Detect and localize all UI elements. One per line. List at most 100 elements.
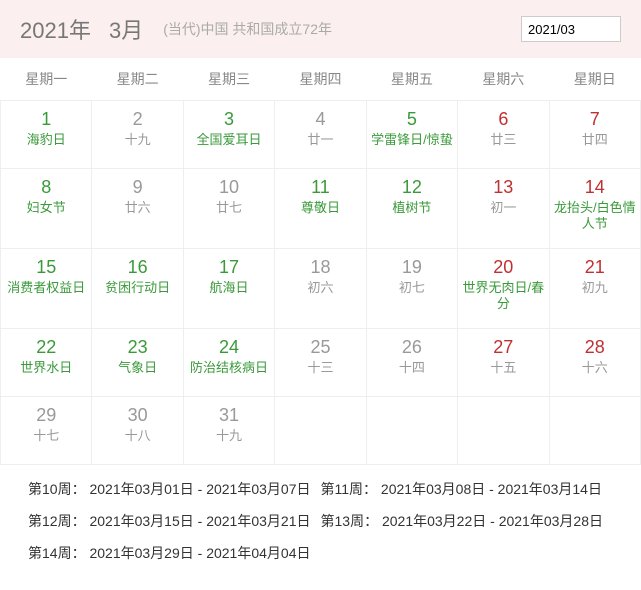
week-label: 第13周： bbox=[321, 513, 379, 529]
day-subtitle: 十九 bbox=[94, 132, 180, 149]
day-cell[interactable]: 26十四 bbox=[366, 328, 457, 396]
week-range: 2021年03月22日 - 2021年03月28日 bbox=[378, 513, 603, 529]
day-subtitle: 十七 bbox=[3, 428, 89, 445]
day-cell[interactable]: 2 十九 bbox=[92, 100, 183, 168]
day-number: 28 bbox=[552, 337, 638, 358]
week-range: 2021年03月01日 - 2021年03月07日 bbox=[86, 481, 311, 497]
week-label: 第12周： bbox=[28, 513, 86, 529]
day-cell[interactable]: 22世界水日 bbox=[1, 328, 92, 396]
day-cell[interactable]: 10廿七 bbox=[183, 168, 274, 248]
day-cell[interactable]: 3 全国爱耳日 bbox=[183, 100, 274, 168]
weekday-header: 星期五 bbox=[366, 58, 457, 100]
day-subtitle: 妇女节 bbox=[3, 200, 89, 217]
day-cell[interactable]: 31十九 bbox=[183, 396, 274, 464]
day-cell[interactable]: 14龙抬头/白色情人节 bbox=[549, 168, 640, 248]
day-cell[interactable]: 17航海日 bbox=[183, 248, 274, 328]
day-subtitle: 气象日 bbox=[94, 360, 180, 377]
year-label: 2021年 bbox=[20, 13, 91, 45]
calendar-grid: 星期一星期二星期三星期四星期五星期六星期日 1 海豹日 2 十九 3 全国爱耳日4廿一5 学… bbox=[0, 58, 641, 465]
week-label: 第11周： bbox=[321, 481, 378, 497]
day-number: 7 bbox=[552, 109, 638, 130]
day-number: 27 bbox=[460, 337, 546, 358]
day-number: 31 bbox=[186, 405, 272, 426]
weekday-row: 星期一星期二星期三星期四星期五星期六星期日 bbox=[1, 58, 641, 100]
week-item: 第14周： 2021年03月29日 - 2021年04月04日 bbox=[28, 543, 321, 563]
day-number: 8 bbox=[3, 177, 89, 198]
day-cell[interactable]: 12植树节 bbox=[366, 168, 457, 248]
day-cell[interactable]: 24防治结核病日 bbox=[183, 328, 274, 396]
day-cell[interactable]: 15消费者权益日 bbox=[1, 248, 92, 328]
day-subtitle: 世界无肉日/春分 bbox=[460, 280, 546, 314]
day-cell[interactable]: 9廿六 bbox=[92, 168, 183, 248]
day-cell[interactable] bbox=[549, 396, 640, 464]
month-label: 3月 bbox=[109, 13, 143, 45]
day-subtitle: 十六 bbox=[552, 360, 638, 377]
day-number: 2 bbox=[94, 109, 180, 130]
day-subtitle: 初九 bbox=[552, 280, 638, 297]
day-cell[interactable]: 11尊敬日 bbox=[275, 168, 366, 248]
day-number: 18 bbox=[277, 257, 363, 278]
weekday-header: 星期二 bbox=[92, 58, 183, 100]
day-number: 19 bbox=[369, 257, 455, 278]
day-number: 25 bbox=[277, 337, 363, 358]
day-subtitle: 廿四 bbox=[552, 132, 638, 149]
day-cell[interactable]: 20世界无肉日/春分 bbox=[458, 248, 549, 328]
day-subtitle: 全国爱耳日 bbox=[186, 132, 272, 149]
day-subtitle: 十五 bbox=[460, 360, 546, 377]
day-number: 29 bbox=[3, 405, 89, 426]
day-cell[interactable]: 27 十五 bbox=[458, 328, 549, 396]
day-number: 17 bbox=[186, 257, 272, 278]
day-number: 14 bbox=[552, 177, 638, 198]
day-number: 5 bbox=[369, 109, 455, 130]
day-cell[interactable]: 28 十六 bbox=[549, 328, 640, 396]
day-subtitle: 廿三 bbox=[460, 132, 546, 149]
week-range: 2021年03月29日 - 2021年04月04日 bbox=[86, 545, 311, 561]
day-subtitle: 海豹日 bbox=[3, 132, 89, 149]
day-cell[interactable]: 21 初九 bbox=[549, 248, 640, 328]
day-subtitle: 十八 bbox=[94, 428, 180, 445]
day-cell[interactable]: 16贫困行动日 bbox=[92, 248, 183, 328]
week-range: 2021年03月15日 - 2021年03月21日 bbox=[86, 513, 311, 529]
weekday-header: 星期日 bbox=[549, 58, 640, 100]
day-number: 15 bbox=[3, 257, 89, 278]
day-cell[interactable]: 29 十七 bbox=[1, 396, 92, 464]
day-cell[interactable] bbox=[458, 396, 549, 464]
day-number: 22 bbox=[3, 337, 89, 358]
day-cell[interactable]: 1 海豹日 bbox=[1, 100, 92, 168]
era-subtitle: (当代)中国 共和国成立72年 bbox=[163, 19, 332, 39]
day-subtitle: 初一 bbox=[460, 200, 546, 217]
day-cell[interactable] bbox=[275, 396, 366, 464]
day-subtitle: 十四 bbox=[369, 360, 455, 377]
day-cell[interactable]: 8 妇女节 bbox=[1, 168, 92, 248]
day-number: 23 bbox=[94, 337, 180, 358]
day-number: 1 bbox=[3, 109, 89, 130]
day-number: 6 bbox=[460, 109, 546, 130]
day-number: 20 bbox=[460, 257, 546, 278]
day-cell[interactable]: 30十八 bbox=[92, 396, 183, 464]
week-item: 第12周： 2021年03月15日 - 2021年03月21日 bbox=[28, 511, 321, 531]
day-cell[interactable]: 7 廿四 bbox=[549, 100, 640, 168]
day-number: 9 bbox=[94, 177, 180, 198]
week-label: 第14周： bbox=[28, 545, 86, 561]
weekday-header: 星期四 bbox=[275, 58, 366, 100]
day-cell[interactable]: 23 气象日 bbox=[92, 328, 183, 396]
day-subtitle: 龙抬头/白色情人节 bbox=[552, 200, 638, 234]
day-subtitle: 尊敬日 bbox=[277, 200, 363, 217]
day-subtitle: 学雷锋日/惊蛰 bbox=[369, 132, 455, 149]
day-cell[interactable]: 5 学雷锋日/惊蛰 bbox=[366, 100, 457, 168]
day-number: 21 bbox=[552, 257, 638, 278]
day-subtitle: 贫困行动日 bbox=[94, 280, 180, 297]
day-cell[interactable] bbox=[366, 396, 457, 464]
day-cell[interactable]: 19初七 bbox=[366, 248, 457, 328]
day-number: 4 bbox=[277, 109, 363, 130]
day-cell[interactable]: 18初六 bbox=[275, 248, 366, 328]
calendar-header: 2021年 3月 (当代)中国 共和国成立72年 bbox=[0, 0, 641, 58]
date-input[interactable] bbox=[521, 16, 621, 42]
day-number: 13 bbox=[460, 177, 546, 198]
day-number: 3 bbox=[186, 109, 272, 130]
day-cell[interactable]: 6 廿三 bbox=[458, 100, 549, 168]
day-cell[interactable]: 13 初一 bbox=[458, 168, 549, 248]
day-cell[interactable]: 4廿一 bbox=[275, 100, 366, 168]
day-subtitle: 十三 bbox=[277, 360, 363, 377]
day-cell[interactable]: 25 十三 bbox=[275, 328, 366, 396]
